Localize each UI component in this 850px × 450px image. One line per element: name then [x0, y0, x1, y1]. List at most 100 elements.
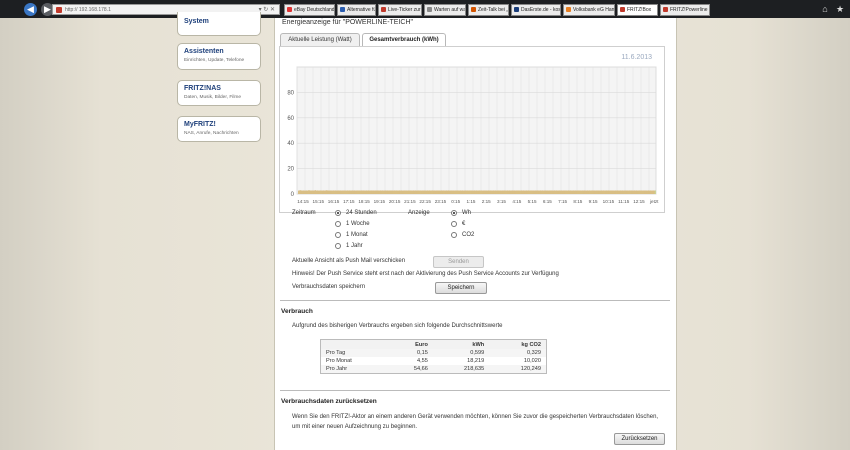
send-button[interactable]: Senden	[433, 256, 484, 268]
chart-bar	[654, 190, 656, 194]
reset-title: Verbrauchsdaten zurücksetzen	[281, 398, 377, 405]
average-consumption-table: Euro kWh kg CO2 Pro Tag 0,15 0,599 0,329…	[320, 339, 547, 374]
browser-tab[interactable]: Alternative für De...	[337, 4, 376, 16]
sidebar-item-title: System	[184, 18, 209, 25]
radio-label: 1 Monat	[346, 232, 368, 238]
sidebar-item-title: FRITZ!NAS	[184, 85, 221, 92]
x-tick-label: 3:15	[497, 199, 506, 204]
radio-icon[interactable]	[335, 232, 341, 238]
x-tick-label: 10:15	[603, 199, 615, 204]
y-tick-label: 60	[287, 116, 294, 122]
x-tick-label: 18:15	[358, 199, 370, 204]
radio-label: 24 Stunden	[346, 210, 377, 216]
radio-icon[interactable]	[451, 221, 457, 227]
anzeige-option-co2[interactable]: CO2	[451, 232, 474, 238]
radio-label: CO2	[462, 232, 475, 238]
radio-icon[interactable]	[335, 221, 341, 227]
main-content: Energieanzeige für "POWERLINE-TEICH" Akt…	[274, 18, 677, 450]
sidebar-item-subtitle: Daten, Musik, Bilder, Filme	[184, 95, 242, 100]
radio-icon[interactable]	[451, 232, 457, 238]
tab-favicon-icon	[381, 7, 386, 12]
anzeige-option-euro[interactable]: €	[451, 221, 465, 227]
table-cell: 0,329	[489, 349, 547, 357]
sidebar-item-subtitle: Einrichten, Update, Telefone	[184, 58, 245, 63]
anzeige-option-wh[interactable]: Wh	[451, 210, 471, 216]
table-cell: 0,15	[388, 349, 433, 357]
x-tick-label: 2:15	[482, 199, 491, 204]
table-cell: 54,66	[388, 365, 433, 374]
zeitraum-option-1-woche[interactable]: 1 Woche	[335, 221, 370, 227]
browser-tab[interactable]: Live-Ticker zur Eu...	[378, 4, 422, 16]
x-tick-label: 0:15	[451, 199, 460, 204]
page-title: Energieanzeige für "POWERLINE-TEICH"	[282, 19, 414, 26]
save-data-label: Verbrauchsdaten speichern	[292, 284, 366, 290]
tab-aktuelle-leistung[interactable]: Aktuelle Leistung (Watt)	[280, 33, 360, 46]
browser-tab-label: eBay Deutschland...	[294, 7, 335, 13]
x-tick-label: 20:15	[389, 199, 401, 204]
x-tick-label: 16:15	[328, 199, 340, 204]
browser-tab[interactable]: Volksbank eG Han...	[563, 4, 615, 16]
table-cell: 218,635	[432, 365, 490, 374]
x-tick-label: 5:15	[528, 199, 537, 204]
tab-favicon-icon	[663, 7, 668, 12]
table-cell: Pro Monat	[326, 358, 352, 364]
sidebar-item-fritznas[interactable]: FRITZ!NAS Daten, Musik, Bilder, Filme	[177, 80, 261, 106]
table-header: Euro	[388, 339, 433, 349]
sidebar-item-system[interactable]: System	[177, 12, 261, 36]
x-tick-label: 14:15	[297, 199, 309, 204]
favorites-star-icon[interactable]: ★	[835, 4, 845, 14]
x-tick-label: 9:15	[589, 199, 598, 204]
table-cell: 0,599	[432, 349, 490, 357]
zeitraum-option-1-monat[interactable]: 1 Monat	[335, 232, 368, 238]
back-button[interactable]: ◀	[24, 2, 37, 16]
plot-area	[296, 66, 657, 195]
verbrauch-description: Aufgrund des bisherigen Verbrauchs ergeb…	[292, 323, 503, 329]
x-tick-label: 21:15	[404, 199, 416, 204]
x-tick-label: 15:15	[313, 199, 325, 204]
x-tick-label: 7:15	[558, 199, 567, 204]
sidebar-item-assistenten[interactable]: Assistenten Einrichten, Update, Telefone	[177, 43, 261, 70]
browser-tab[interactable]: FRITZ!Box	[617, 4, 658, 16]
radio-label: 1 Jahr	[346, 243, 363, 249]
table-row: Pro Jahr 54,66 218,635 120,249	[320, 365, 547, 374]
table-header-row: Euro kWh kg CO2	[320, 339, 547, 349]
home-icon[interactable]: ⌂	[820, 4, 830, 14]
radio-label: Wh	[462, 210, 471, 216]
browser-tab[interactable]: DasErste.de - kost...	[511, 4, 561, 16]
sidebar-item-title: Assistenten	[184, 48, 224, 55]
radio-icon[interactable]	[335, 243, 341, 249]
browser-tab-label: Alternative für De...	[347, 7, 376, 13]
push-mail-label: Aktuelle Ansicht als Push Mail verschick…	[292, 258, 406, 264]
tab-favicon-icon	[471, 7, 476, 12]
reset-button[interactable]: Zurücksetzen	[614, 433, 665, 445]
tab-gesamtverbrauch[interactable]: Gesamtverbrauch (kWh)	[362, 33, 446, 46]
x-tick-label: 17:15	[343, 199, 355, 204]
x-tick-label: 12:15	[633, 199, 645, 204]
browser-tab-label: FRITZ!Box	[627, 7, 652, 13]
address-controls-icon[interactable]: ▾ ↻ ✕	[259, 5, 275, 16]
x-tick-label: 19:15	[374, 199, 386, 204]
browser-tab[interactable]: FRITZ!Powerline 5...	[660, 4, 710, 16]
zeitraum-option-1-jahr[interactable]: 1 Jahr	[335, 243, 363, 249]
y-tick-label: 20	[287, 167, 294, 173]
y-tick-label: 40	[287, 141, 294, 147]
table-cell: 4,55	[416, 358, 428, 364]
zeitraum-option-24h[interactable]: 24 Stunden	[335, 210, 377, 216]
browser-tab[interactable]: Warten auf wahre ...	[424, 4, 466, 16]
browser-right-icons: ⌂ ★	[820, 0, 850, 18]
consumption-chart: 80604020014:15 15:15 16:15 17:15 18:15 19:15 2…	[287, 66, 659, 204]
sidebar-item-myfritz[interactable]: MyFRITZ! NAS, Anrufe, Nachrichten	[177, 116, 261, 142]
tab-favicon-icon	[514, 7, 519, 12]
table-cell: Pro Tag	[320, 349, 389, 357]
radio-icon[interactable]	[335, 210, 341, 216]
browser-tab[interactable]: eBay Deutschland...	[284, 4, 335, 16]
save-button[interactable]: Speichern	[435, 282, 487, 294]
table-header	[320, 339, 389, 349]
browser-tab-label: DasErste.de - kost...	[521, 7, 561, 13]
browser-tab[interactable]: Zeit-Talk bei „Her...	[468, 4, 509, 16]
radio-label: 1 Woche	[346, 221, 370, 227]
x-tick-label: 11:15	[618, 199, 630, 204]
radio-icon[interactable]	[451, 210, 457, 216]
browser-tab-label: Live-Ticker zur Eu...	[388, 7, 421, 13]
table-cell: Pro Jahr	[320, 365, 389, 374]
